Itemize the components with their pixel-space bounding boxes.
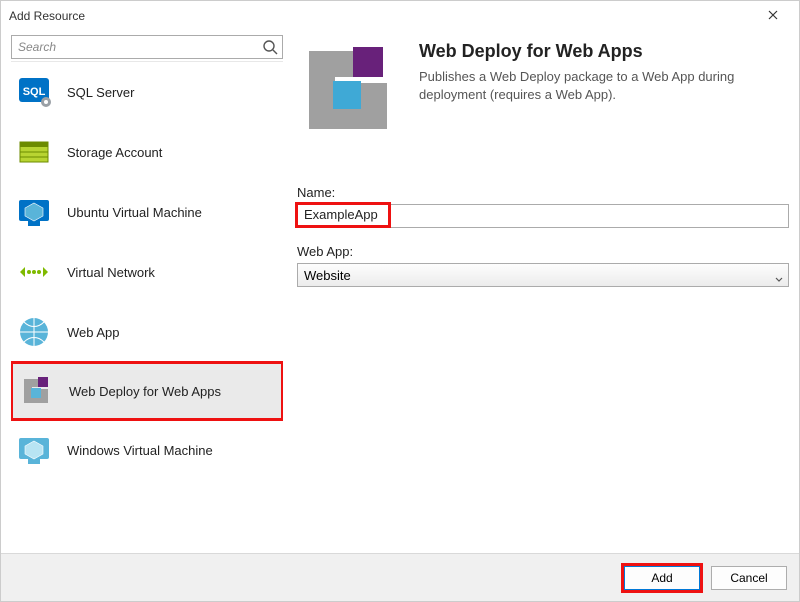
resource-item-web-app[interactable]: Web App: [11, 302, 283, 362]
search-input[interactable]: [12, 36, 282, 58]
resource-item-sql-server[interactable]: SQL SQL Server: [11, 62, 283, 122]
detail-description: Publishes a Web Deploy package to a Web …: [419, 68, 749, 103]
resource-item-label: Windows Virtual Machine: [67, 443, 213, 458]
windows-vm-icon: [15, 431, 53, 469]
name-input[interactable]: [298, 205, 388, 225]
resource-item-label: Web Deploy for Web Apps: [69, 384, 221, 399]
virtual-network-icon: [15, 253, 53, 291]
ubuntu-vm-icon: [15, 193, 53, 231]
name-input-wrap: [297, 204, 789, 228]
webapp-row: Web App: Website: [297, 244, 789, 287]
resource-item-label: SQL Server: [67, 85, 134, 100]
webapp-label: Web App:: [297, 244, 789, 259]
sql-server-icon: SQL: [15, 73, 53, 111]
dialog-footer: Add Cancel: [1, 553, 799, 601]
detail-title: Web Deploy for Web Apps: [419, 41, 749, 62]
name-label: Name:: [297, 185, 789, 200]
add-button-highlight: Add: [621, 563, 703, 593]
resource-list: SQL SQL Server Storage Account Ubuntu Vi…: [11, 61, 283, 543]
resource-item-label: Storage Account: [67, 145, 162, 160]
webapp-select-wrap: Website: [297, 263, 789, 287]
webapp-select[interactable]: Website: [297, 263, 789, 287]
search-icon: [262, 39, 278, 55]
chevron-down-icon: [775, 271, 783, 286]
storage-icon: [15, 133, 53, 171]
titlebar: Add Resource: [1, 1, 799, 31]
resource-item-ubuntu-vm[interactable]: Ubuntu Virtual Machine: [11, 182, 283, 242]
web-app-icon: [15, 313, 53, 351]
name-highlight: [295, 202, 391, 228]
webapp-select-value: Website: [304, 268, 351, 283]
detail-form: Name: Web App: Website: [297, 185, 789, 303]
resource-item-virtual-network[interactable]: Virtual Network: [11, 242, 283, 302]
detail-text: Web Deploy for Web Apps Publishes a Web …: [419, 41, 749, 141]
window-title: Add Resource: [9, 9, 85, 23]
search-box: [11, 35, 283, 59]
resource-item-label: Web App: [67, 325, 120, 340]
svg-text:SQL: SQL: [23, 86, 46, 98]
left-panel: SQL SQL Server Storage Account Ubuntu Vi…: [11, 35, 283, 543]
close-icon: [768, 7, 778, 25]
cancel-button[interactable]: Cancel: [711, 566, 787, 590]
dialog-body: SQL SQL Server Storage Account Ubuntu Vi…: [1, 31, 799, 553]
resource-item-web-deploy[interactable]: Web Deploy for Web Apps: [11, 361, 283, 421]
add-button[interactable]: Add: [624, 566, 700, 590]
web-deploy-icon: [297, 41, 397, 141]
close-button[interactable]: [753, 2, 793, 30]
resource-item-label: Ubuntu Virtual Machine: [67, 205, 202, 220]
resource-item-label: Virtual Network: [67, 265, 155, 280]
detail-header: Web Deploy for Web Apps Publishes a Web …: [297, 41, 789, 141]
detail-panel: Web Deploy for Web Apps Publishes a Web …: [297, 35, 789, 543]
resource-item-storage-account[interactable]: Storage Account: [11, 122, 283, 182]
dialog-window: Add Resource SQL SQL Server: [0, 0, 800, 602]
resource-item-windows-vm[interactable]: Windows Virtual Machine: [11, 420, 283, 480]
name-row: Name:: [297, 185, 789, 228]
web-deploy-icon: [17, 372, 55, 410]
